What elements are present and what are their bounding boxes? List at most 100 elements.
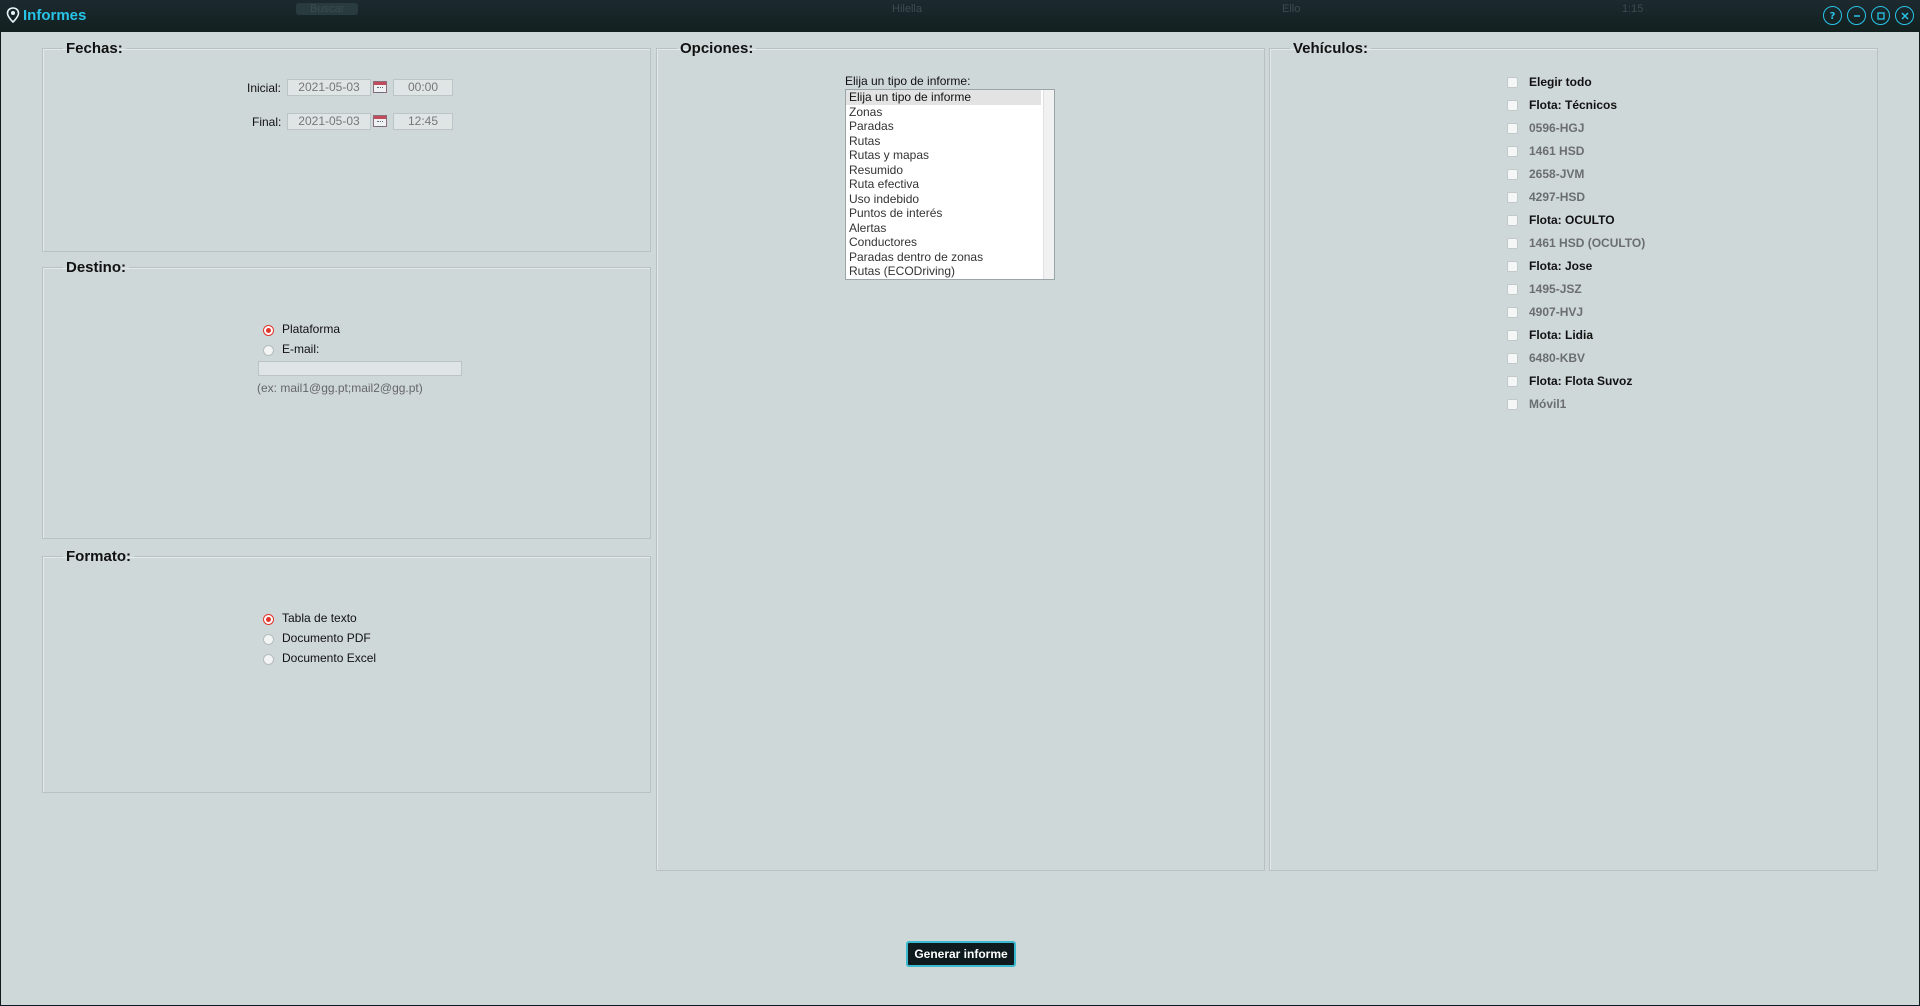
location-pin-icon: [6, 7, 20, 23]
map-label-ghost: Ello: [1282, 3, 1301, 15]
vehicle-label: Móvil1: [1529, 397, 1567, 411]
vehicle-label: Flota: Flota Suvoz: [1529, 374, 1633, 388]
listbox-option[interactable]: Rutas (ECODriving): [846, 264, 1054, 279]
map-label-ghost: Hilella: [892, 3, 922, 15]
final-date-field[interactable]: 2021-05-03: [287, 113, 371, 130]
email-hint: (ex: mail1@gg.pt;mail2@gg.pt): [257, 381, 423, 395]
format-panel: Formato:: [42, 548, 651, 793]
email-radio-label[interactable]: E-mail:: [282, 342, 319, 356]
report-window-body: Fechas: Inicial: 2021-05-03 00:00 Final:…: [1, 32, 1919, 1005]
vehicle-label: Flota: Lidia: [1529, 328, 1593, 342]
initial-time-field[interactable]: 00:00: [393, 79, 453, 96]
email-input[interactable]: [258, 361, 462, 376]
map-label-ghost: 1:15: [1622, 3, 1644, 15]
vehicle-item[interactable]: Flota: Jose: [1507, 258, 1592, 274]
listbox-option[interactable]: Resumido: [846, 163, 1054, 178]
email-radio[interactable]: [263, 345, 274, 356]
listbox-option[interactable]: Alertas: [846, 221, 1054, 236]
calendar-icon[interactable]: [373, 81, 387, 93]
vehicle-item[interactable]: 4297-HSD: [1507, 189, 1585, 205]
vehicle-checkbox[interactable]: [1507, 237, 1518, 249]
vehicle-checkbox[interactable]: [1507, 122, 1518, 134]
final-time-field[interactable]: 12:45: [393, 113, 453, 130]
title-bar: Informes Buscar Hilella Ello 1:15 ?: [0, 0, 1920, 32]
vehicles-panel: Vehículos:: [1269, 40, 1878, 871]
vehicle-label: Flota: Jose: [1529, 259, 1593, 273]
generate-report-button[interactable]: Generar informe: [906, 941, 1016, 967]
listbox-option[interactable]: Zonas: [846, 105, 1054, 120]
close-icon[interactable]: [1895, 6, 1914, 25]
vehicle-checkbox[interactable]: [1507, 283, 1518, 295]
vehicle-checkbox[interactable]: [1507, 306, 1518, 318]
help-icon[interactable]: ?: [1823, 6, 1842, 25]
vehicle-label: 0596-HGJ: [1529, 121, 1585, 135]
format-excel-radio[interactable]: [263, 654, 274, 665]
vehicle-item[interactable]: Flota: Lidia: [1507, 327, 1593, 343]
window-title: Informes: [23, 7, 87, 24]
platform-radio-label[interactable]: Plataforma: [282, 322, 340, 336]
listbox-option[interactable]: Rutas y mapas: [846, 148, 1054, 163]
listbox-option[interactable]: Conductores: [846, 235, 1054, 250]
vehicle-item[interactable]: 1495-JSZ: [1507, 281, 1582, 297]
listbox-option[interactable]: Rutas: [846, 134, 1054, 149]
vehicle-checkbox[interactable]: [1507, 375, 1518, 387]
vehicle-checkbox[interactable]: [1507, 214, 1518, 226]
vehicles-legend: Vehículos:: [1293, 40, 1369, 57]
vehicle-label: 4907-HVJ: [1529, 305, 1584, 319]
vehicle-checkbox[interactable]: [1507, 398, 1518, 410]
vehicle-checkbox[interactable]: [1507, 145, 1518, 157]
format-text-radio[interactable]: [263, 614, 274, 625]
options-legend: Opciones:: [680, 40, 754, 57]
vehicle-item[interactable]: Elegir todo: [1507, 74, 1592, 90]
listbox-option[interactable]: Elija un tipo de informe: [846, 90, 1041, 105]
platform-radio[interactable]: [263, 325, 274, 336]
map-search-button-ghost: Buscar: [296, 3, 359, 15]
format-pdf-radio[interactable]: [263, 634, 274, 645]
vehicle-label: 1461 HSD (OCULTO): [1529, 236, 1646, 250]
vehicle-label: 1461 HSD: [1529, 144, 1585, 158]
vehicle-checkbox[interactable]: [1507, 99, 1518, 111]
vehicle-label: Flota: Técnicos: [1529, 98, 1618, 112]
vehicle-label: 4297-HSD: [1529, 190, 1586, 204]
vehicle-item[interactable]: 6480-KBV: [1507, 350, 1585, 366]
initial-date-field[interactable]: 2021-05-03: [287, 79, 371, 96]
vehicle-label: 6480-KBV: [1529, 351, 1586, 365]
listbox-option[interactable]: Paradas dentro de zonas: [846, 250, 1054, 265]
listbox-option[interactable]: Paradas: [846, 119, 1054, 134]
initial-date-label: Inicial:: [247, 81, 282, 95]
minimize-icon[interactable]: [1847, 6, 1866, 25]
vehicle-item[interactable]: Flota: Flota Suvoz: [1507, 373, 1632, 389]
vehicle-item[interactable]: 4907-HVJ: [1507, 304, 1583, 320]
listbox-option[interactable]: Ruta efectiva: [846, 177, 1054, 192]
listbox-option[interactable]: Puntos de interés: [846, 206, 1054, 221]
vehicle-item[interactable]: 2658-JVM: [1507, 166, 1584, 182]
vehicle-checkbox[interactable]: [1507, 76, 1518, 88]
window-controls: ?: [1823, 6, 1914, 25]
report-type-label: Elija un tipo de informe:: [845, 74, 971, 88]
vehicle-item[interactable]: 0596-HGJ: [1507, 120, 1584, 136]
vehicle-item[interactable]: 1461 HSD: [1507, 143, 1584, 159]
vehicle-item[interactable]: Móvil1: [1507, 396, 1566, 412]
listbox-scrollbar[interactable]: [1043, 90, 1054, 279]
vehicle-checkbox[interactable]: [1507, 191, 1518, 203]
vehicle-checkbox[interactable]: [1507, 352, 1518, 364]
format-option-label[interactable]: Documento Excel: [282, 651, 376, 665]
vehicle-checkbox[interactable]: [1507, 168, 1518, 180]
format-option-label[interactable]: Tabla de texto: [282, 611, 357, 625]
destination-panel: Destino:: [42, 259, 651, 539]
vehicle-item[interactable]: 1461 HSD (OCULTO): [1507, 235, 1645, 251]
vehicle-checkbox[interactable]: [1507, 329, 1518, 341]
vehicle-label: 2658-JVM: [1529, 167, 1585, 181]
report-type-listbox[interactable]: Elija un tipo de informe Zonas Paradas R…: [845, 89, 1055, 280]
listbox-option[interactable]: Uso indebido: [846, 192, 1054, 207]
calendar-icon[interactable]: [373, 115, 387, 127]
dates-panel: Fechas:: [42, 40, 651, 252]
vehicle-item[interactable]: Flota: OCULTO: [1507, 212, 1615, 228]
svg-text:?: ?: [1830, 11, 1836, 21]
final-date-label: Final:: [252, 115, 282, 129]
vehicle-label: 1495-JSZ: [1529, 282, 1582, 296]
format-option-label[interactable]: Documento PDF: [282, 631, 371, 645]
vehicle-item[interactable]: Flota: Técnicos: [1507, 97, 1617, 113]
maximize-icon[interactable]: [1871, 6, 1890, 25]
vehicle-checkbox[interactable]: [1507, 260, 1518, 272]
